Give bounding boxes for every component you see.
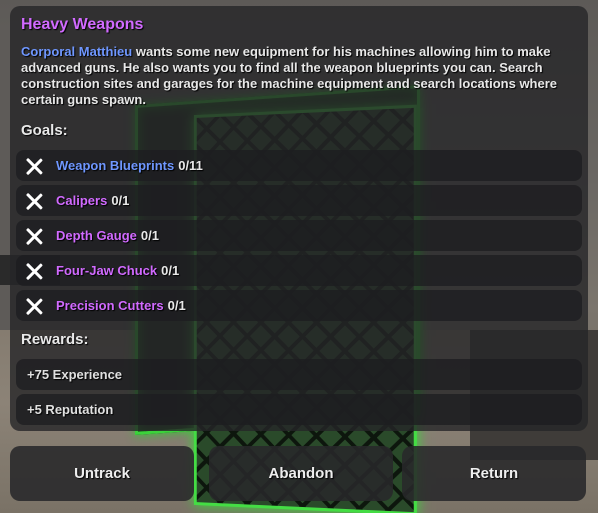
goal-name: Calipers	[56, 193, 108, 208]
goal-count: 0/1	[140, 228, 159, 243]
x-icon	[25, 262, 43, 280]
abandon-button[interactable]: Abandon	[209, 446, 393, 501]
quest-title: Heavy Weapons	[21, 16, 144, 33]
goal-count: 0/1	[111, 193, 130, 208]
goals-heading: Goals:	[21, 122, 68, 139]
rewards-heading: Rewards:	[21, 331, 89, 348]
quest-description: Corporal Matthieu wants some new equipme…	[21, 44, 576, 108]
goal-row: Calipers 0/1	[16, 185, 582, 216]
x-icon	[25, 192, 43, 210]
goal-name: Precision Cutters	[56, 298, 164, 313]
goal-row: Four-Jaw Chuck 0/1	[16, 255, 582, 286]
goal-name: Depth Gauge	[56, 228, 137, 243]
goal-name: Weapon Blueprints	[56, 158, 175, 173]
return-button[interactable]: Return	[402, 446, 586, 501]
npc-name: Corporal Matthieu	[21, 44, 133, 59]
goal-name: Four-Jaw Chuck	[56, 263, 158, 278]
goal-count: 0/11	[178, 158, 203, 173]
goal-row: Precision Cutters 0/1	[16, 290, 582, 321]
goal-count: 0/1	[161, 263, 180, 278]
reward-row: +75 Experience	[16, 359, 582, 390]
goal-count: 0/1	[167, 298, 186, 313]
reward-row: +5 Reputation	[16, 394, 582, 425]
goal-row: Depth Gauge 0/1	[16, 220, 582, 251]
x-icon	[25, 227, 43, 245]
quest-window: Heavy Weapons Corporal Matthieu wants so…	[10, 6, 588, 431]
untrack-button[interactable]: Untrack	[10, 446, 194, 501]
x-icon	[25, 297, 43, 315]
x-icon	[25, 157, 43, 175]
goal-row: Weapon Blueprints 0/11	[16, 150, 582, 181]
